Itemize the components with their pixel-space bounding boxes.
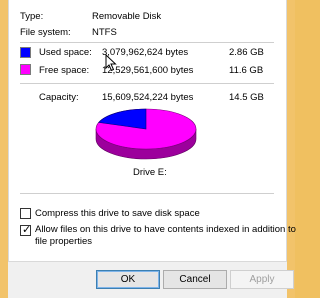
- compress-drive-label[interactable]: Compress this drive to save disk space: [35, 208, 200, 219]
- drive-label: Drive E:: [133, 167, 167, 178]
- capacity-size: 14.5 GB: [229, 92, 264, 103]
- check-mark-icon: ✓: [22, 224, 32, 236]
- free-space-label: Free space:: [39, 65, 90, 76]
- used-space-color-swatch: [20, 47, 31, 58]
- index-contents-label-line1[interactable]: Allow files on this drive to have conten…: [35, 224, 296, 235]
- window-frame-left: [0, 0, 8, 298]
- apply-button[interactable]: Apply: [230, 270, 294, 289]
- used-space-size: 2.86 GB: [229, 47, 264, 58]
- dialog-button-bar: OK Cancel Apply: [8, 262, 294, 298]
- ok-button[interactable]: OK: [96, 270, 160, 289]
- mouse-pointer-icon: [105, 54, 117, 72]
- disk-usage-pie-chart: [95, 108, 197, 160]
- file-system-label: File system:: [20, 27, 71, 38]
- file-system-value: NTFS: [92, 27, 117, 38]
- capacity-bytes: 15,609,524,224 bytes: [102, 92, 194, 103]
- free-space-color-swatch: [20, 64, 31, 75]
- index-contents-label-line2[interactable]: file properties: [35, 236, 92, 247]
- compress-drive-checkbox[interactable]: [20, 208, 31, 219]
- separator: [20, 193, 274, 194]
- index-contents-checkbox[interactable]: ✓: [20, 224, 32, 236]
- type-value: Removable Disk: [92, 11, 162, 22]
- cancel-button[interactable]: Cancel: [163, 270, 227, 289]
- capacity-label: Capacity:: [39, 92, 79, 103]
- type-label: Type:: [20, 11, 44, 22]
- free-space-size: 11.6 GB: [229, 65, 264, 76]
- window-frame-right: [287, 0, 295, 298]
- general-tab-panel: Type: Removable Disk File system: NTFS U…: [8, 0, 296, 262]
- separator: [20, 83, 274, 84]
- separator: [20, 42, 274, 43]
- used-space-label: Used space:: [39, 47, 92, 58]
